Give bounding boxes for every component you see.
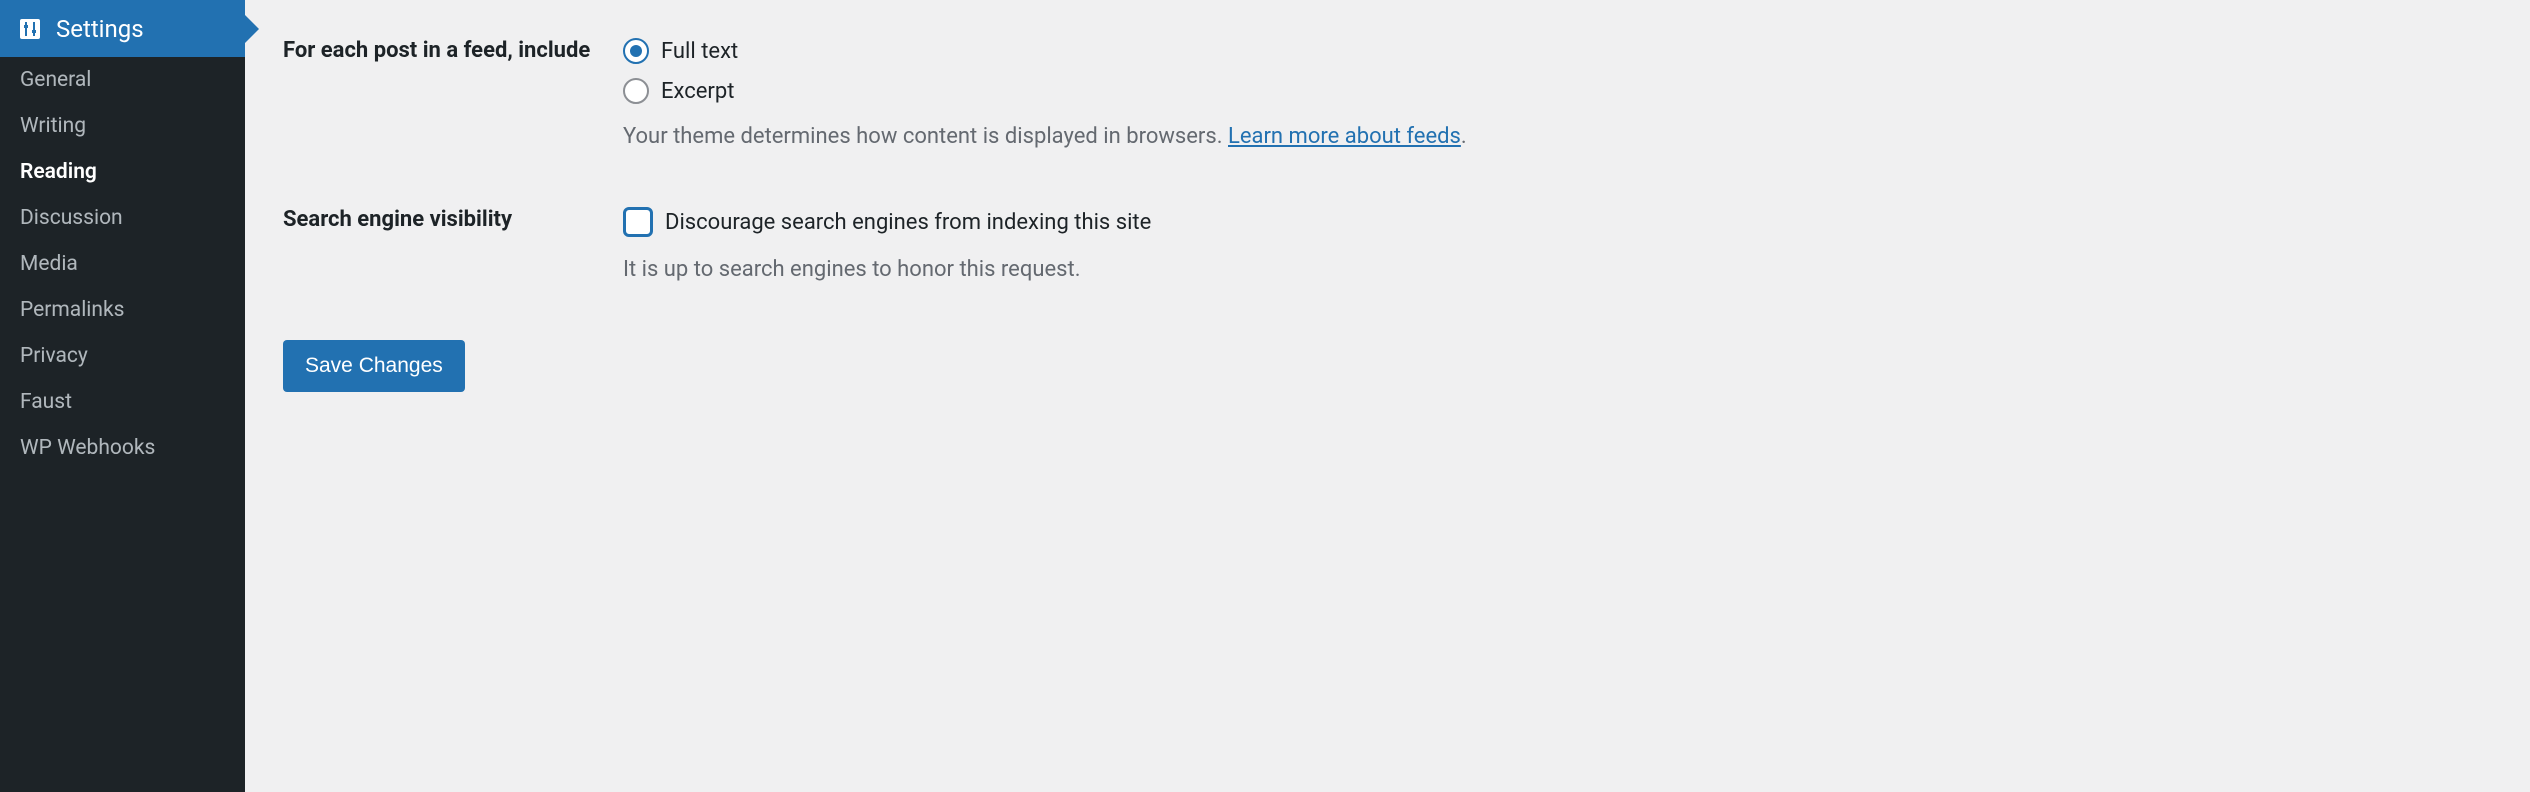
search-visibility-row: Search engine visibility Discourage sear… <box>283 205 2492 286</box>
feed-help-text: Your theme determines how content is dis… <box>623 120 2492 153</box>
sidebar-item-reading[interactable]: Reading <box>0 149 245 195</box>
feed-help-prefix: Your theme determines how content is dis… <box>623 124 1228 149</box>
checkbox-label-discourage: Discourage search engines from indexing … <box>665 210 1151 235</box>
search-help-text: It is up to search engines to honor this… <box>623 253 2492 286</box>
learn-more-feeds-link[interactable]: Learn more about feeds <box>1228 124 1461 149</box>
sidebar-item-privacy[interactable]: Privacy <box>0 333 245 379</box>
settings-sliders-icon <box>16 15 44 43</box>
sidebar-item-wp-webhooks[interactable]: WP Webhooks <box>0 425 245 471</box>
sidebar-item-permalinks[interactable]: Permalinks <box>0 287 245 333</box>
checkbox-discourage-search[interactable] <box>623 207 653 237</box>
search-visibility-label: Search engine visibility <box>283 205 623 286</box>
radio-option-excerpt[interactable]: Excerpt <box>623 78 2492 104</box>
sidebar-item-media[interactable]: Media <box>0 241 245 287</box>
sidebar-item-writing[interactable]: Writing <box>0 103 245 149</box>
sidebar-header-title: Settings <box>56 15 144 43</box>
sidebar-header-settings[interactable]: Settings <box>0 0 245 57</box>
save-changes-button[interactable]: Save Changes <box>283 340 465 392</box>
search-visibility-field: Discourage search engines from indexing … <box>623 205 2492 286</box>
radio-excerpt[interactable] <box>623 78 649 104</box>
radio-label-full-text: Full text <box>661 39 738 64</box>
feed-help-suffix: . <box>1461 124 1467 149</box>
sidebar-item-general[interactable]: General <box>0 57 245 103</box>
feed-content-row: For each post in a feed, include Full te… <box>283 36 2492 153</box>
feed-content-label: For each post in a feed, include <box>283 36 623 153</box>
radio-label-excerpt: Excerpt <box>661 79 734 104</box>
admin-sidebar: Settings General Writing Reading Discuss… <box>0 0 245 792</box>
radio-option-full-text[interactable]: Full text <box>623 38 2492 64</box>
sidebar-item-discussion[interactable]: Discussion <box>0 195 245 241</box>
settings-content: For each post in a feed, include Full te… <box>245 0 2530 792</box>
radio-full-text[interactable] <box>623 38 649 64</box>
sidebar-item-faust[interactable]: Faust <box>0 379 245 425</box>
checkbox-option-discourage[interactable]: Discourage search engines from indexing … <box>623 207 2492 237</box>
feed-content-field: Full text Excerpt Your theme determines … <box>623 36 2492 153</box>
